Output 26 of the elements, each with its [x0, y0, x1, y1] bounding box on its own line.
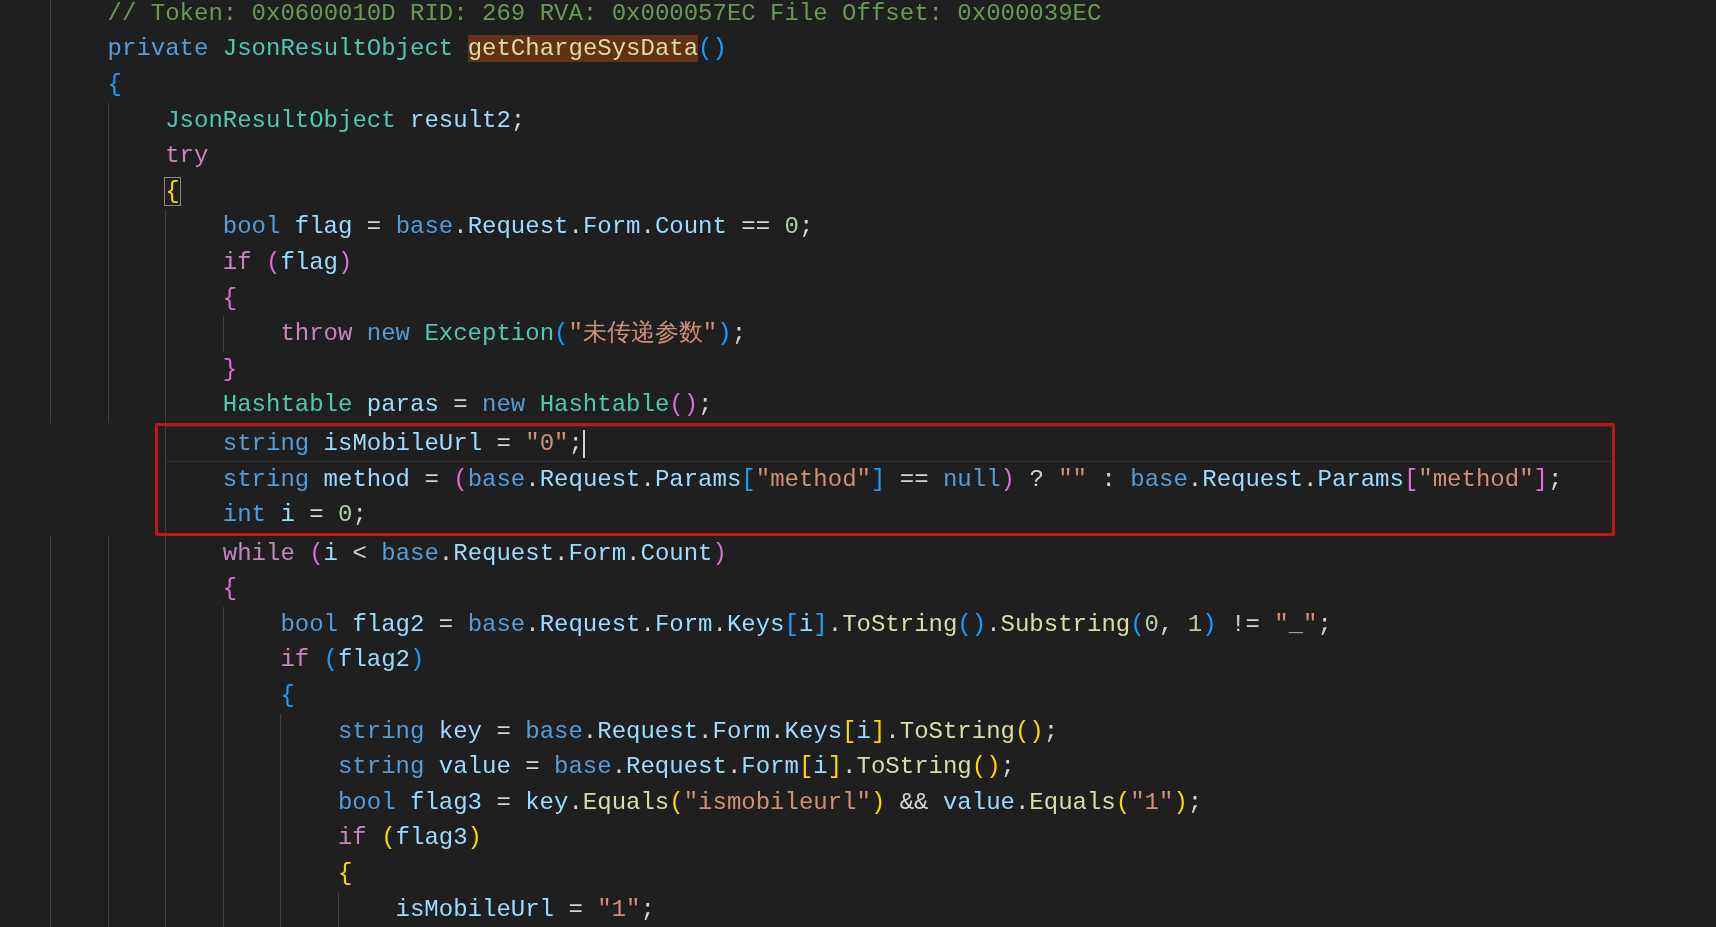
code-line: bool flag3 = key.Equals("ismobileurl") && value.Equals("1");	[337, 787, 1203, 818]
code-line: // Token: 0x0600010D RID: 269 RVA: 0x000057EC File Offset: 0x000039EC	[107, 0, 1102, 29]
code-line: bool flag = base.Request.Form.Count == 0;	[222, 212, 814, 243]
code-line: isMobileUrl = "1";	[395, 894, 655, 925]
code-line: }	[222, 354, 238, 385]
code-line: string method = (base.Request.Params["method"] == null) ? "" : base.Request.Params["method"];	[222, 464, 1563, 495]
code-line: string isMobileUrl = "0";	[222, 428, 583, 459]
code-line: string value = base.Request.Form[i].ToString();	[337, 752, 1015, 783]
code-line: Hashtable paras = new Hashtable();	[222, 390, 713, 421]
code-line: throw new Exception("未传递参数");	[280, 319, 747, 350]
code-line: {	[280, 681, 295, 712]
code-line: string key = base.Request.Form.Keys[i].ToString();	[337, 716, 1059, 747]
code-line: try	[165, 141, 209, 172]
code-line: {	[222, 283, 238, 314]
code-line: bool flag2 = base.Request.Form.Keys[i].ToString().Substring(0, 1) != "_";	[280, 609, 1332, 640]
code-line: if (flag2)	[280, 645, 425, 676]
code-line: JsonResultObject result2;	[165, 105, 526, 136]
code-line: {	[107, 70, 122, 100]
code-line: if (flag)	[222, 247, 353, 278]
code-line: private JsonResultObject getChargeSysData()	[107, 34, 727, 65]
code-line: {	[222, 574, 238, 605]
code-line: if (flag3)	[337, 823, 482, 854]
code-line: while (i < base.Request.Form.Count)	[222, 538, 727, 569]
code-line: {	[165, 176, 180, 207]
code-line: {	[337, 859, 353, 890]
code-line: int i = 0;	[222, 500, 367, 531]
